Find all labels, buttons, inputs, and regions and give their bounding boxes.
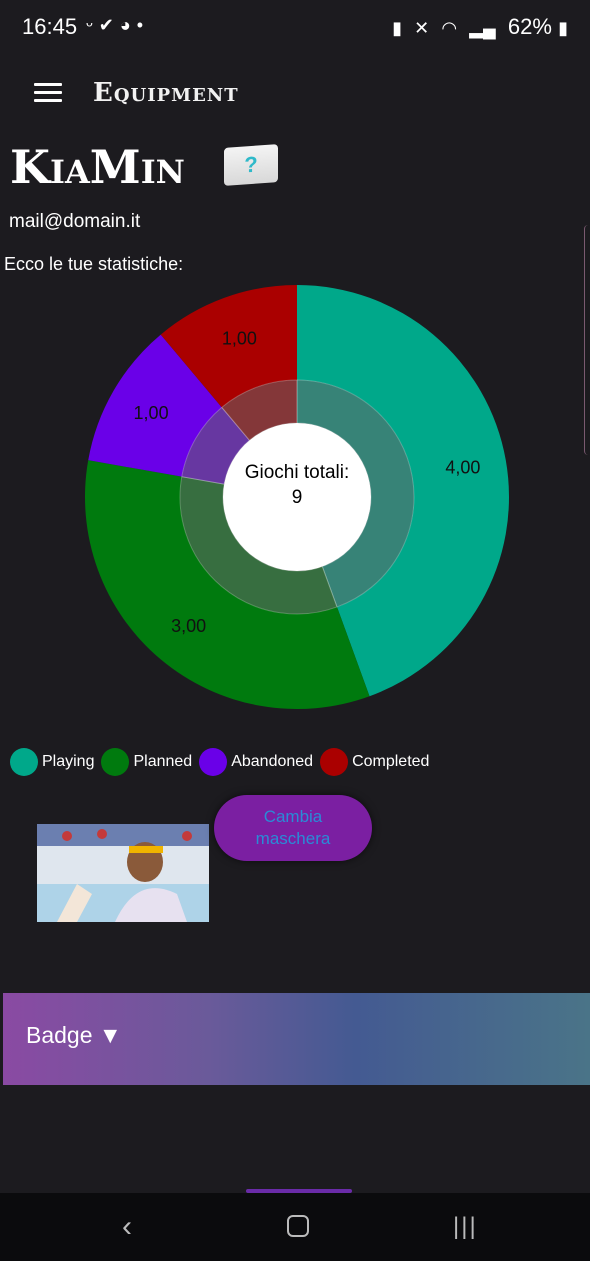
back-icon[interactable]: ‹: [122, 1210, 132, 1244]
battery-level: 62%: [507, 14, 552, 39]
home-icon[interactable]: [287, 1215, 309, 1237]
legend-swatch: [10, 748, 38, 776]
donut-value-label-completed: 1,00: [222, 329, 257, 349]
status-right: ▮ ✕ ◠ ▂▄ 62% ▮: [392, 14, 574, 40]
legend-item-playing[interactable]: Playing: [10, 748, 94, 776]
legend-item-abandoned[interactable]: Abandoned: [199, 748, 313, 776]
chart-legend: Playing Planned Abandoned Completed: [10, 748, 436, 776]
legend-item-completed[interactable]: Completed: [320, 748, 429, 776]
legend-label: Planned: [133, 753, 193, 770]
legend-label: Playing: [42, 753, 95, 770]
app-bar: [0, 58, 590, 144]
check-icon: ✔: [98, 15, 120, 35]
donut-value-label-planned: 3,00: [171, 616, 206, 636]
battery-saver-icon: ▮: [392, 18, 402, 38]
chart-center-label: Giochi totali: 9: [220, 460, 374, 510]
total-games-value: 9: [291, 487, 303, 508]
wifi-icon: ◠: [441, 18, 458, 38]
donut-value-label-abandoned: 1,00: [134, 403, 169, 423]
donut-value-label-playing: 4,00: [445, 458, 480, 478]
page-title: Equipment: [93, 78, 239, 108]
legend-swatch: [199, 748, 228, 776]
reddit-icon: ◕: [119, 15, 137, 35]
menu-icon[interactable]: [34, 83, 62, 103]
total-games-label: Giochi totali:: [244, 462, 350, 483]
status-notification-icons: ᵕ✔◕•: [86, 15, 149, 36]
change-mask-button[interactable]: Cambia maschera: [214, 795, 372, 861]
profile-email: mail@domain.it: [9, 211, 141, 232]
avatar-mask-image: [37, 824, 209, 922]
status-dot: •: [136, 15, 150, 35]
legend-swatch: [320, 748, 349, 776]
legend-swatch: [101, 748, 130, 776]
notification-icon: ᵕ: [86, 15, 99, 35]
status-bar: 16:45 ᵕ✔◕• ▮ ✕ ◠ ▂▄ 62% ▮: [0, 0, 590, 58]
battery-icon: ▮: [558, 18, 568, 38]
status-time: 16:45: [22, 14, 78, 39]
legend-label: Completed: [352, 753, 430, 770]
recent-apps-icon[interactable]: |||: [453, 1213, 478, 1241]
badge-toggle[interactable]: Badge ▼: [26, 1022, 122, 1049]
signal-icon: ▂▄: [469, 18, 496, 38]
legend-label: Abandoned: [231, 753, 314, 770]
profile-name: KiaMin: [10, 140, 185, 194]
flag-icon: ?: [224, 144, 278, 186]
mute-icon: ✕: [414, 18, 430, 38]
legend-item-planned[interactable]: Planned: [101, 748, 192, 776]
